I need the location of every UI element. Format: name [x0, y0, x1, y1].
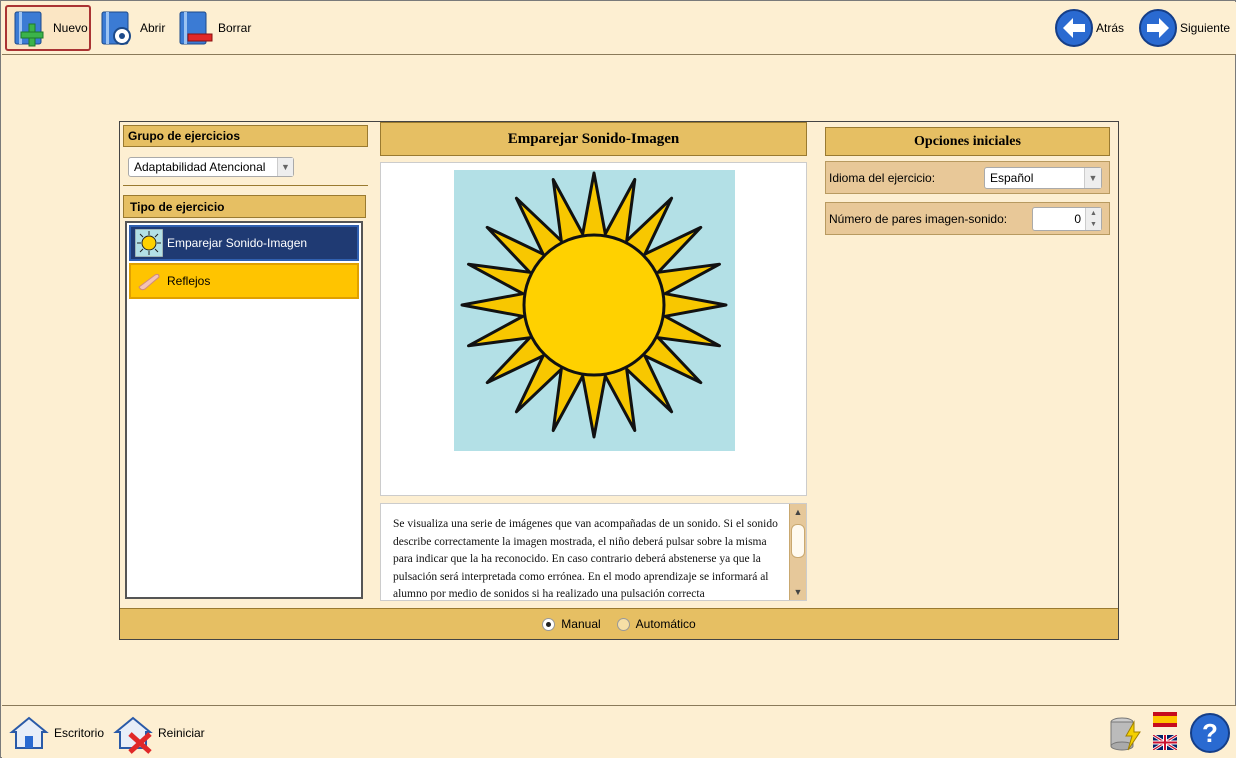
help-button[interactable]: ? — [1189, 710, 1231, 756]
description-scrollbar[interactable]: ▲ ▼ — [789, 504, 806, 600]
scroll-thumb[interactable] — [791, 524, 805, 558]
new-button[interactable]: Nuevo — [5, 5, 91, 51]
group-select-value: Adaptabilidad Atencional — [134, 160, 266, 174]
auto-label: Automático — [635, 617, 696, 631]
mode-bar: Manual Automático — [120, 608, 1118, 639]
exercise-description: Se visualiza una serie de imágenes que v… — [380, 503, 807, 601]
sun-icon — [135, 229, 163, 257]
scroll-down-icon[interactable]: ▼ — [790, 584, 806, 600]
list-item-reflejos[interactable]: Reflejos — [129, 263, 359, 299]
language-flags — [1153, 712, 1177, 758]
delete-label: Borrar — [218, 21, 252, 35]
list-item-emparejar[interactable]: Emparejar Sonido-Imagen — [129, 225, 359, 261]
new-book-icon — [14, 11, 44, 47]
radio-selected-icon — [542, 617, 556, 631]
spain-flag-icon[interactable] — [1153, 712, 1177, 727]
options-header: Opciones iniciales — [825, 127, 1110, 156]
open-book-gear-icon — [101, 11, 131, 45]
manual-label: Manual — [561, 617, 601, 631]
desktop-button[interactable]: Escritorio — [8, 710, 104, 756]
new-label: Nuevo — [53, 21, 88, 35]
finger-icon — [138, 273, 160, 291]
sun-image — [454, 170, 735, 451]
restart-label: Reiniciar — [158, 726, 205, 740]
delete-book-icon — [179, 11, 213, 45]
list-item-label: Reflejos — [167, 274, 211, 288]
stepper-buttons[interactable]: ▲ ▼ — [1085, 208, 1101, 230]
home-icon — [9, 716, 49, 749]
restart-button[interactable]: Reiniciar — [112, 710, 205, 756]
description-text: Se visualiza una serie de imágenes que v… — [393, 518, 778, 600]
type-header: Tipo de ejercicio — [123, 195, 366, 218]
manual-radio[interactable]: Manual — [542, 617, 601, 631]
desktop-label: Escritorio — [54, 726, 105, 740]
group-select[interactable]: Adaptabilidad Atencional ▼ — [128, 157, 294, 177]
home-delete-icon — [113, 716, 153, 754]
app-window: Nuevo Abrir Borrar Atrás Siguiente Grupo… — [0, 0, 1236, 758]
exercise-image-area — [380, 162, 807, 496]
radio-unselected-icon — [616, 617, 630, 631]
pairs-label: Número de pares imagen-sonido: — [829, 211, 1008, 226]
stepper-down-icon[interactable]: ▼ — [1090, 221, 1097, 228]
auto-radio[interactable]: Automático — [616, 617, 696, 631]
exercise-type-list: Emparejar Sonido-Imagen Reflejos — [125, 221, 363, 599]
list-item-label: Emparejar Sonido-Imagen — [167, 236, 308, 250]
pairs-row: Número de pares imagen-sonido: 0 ▲ ▼ — [825, 202, 1110, 235]
group-header: Grupo de ejercicios — [123, 125, 368, 147]
uk-flag-icon[interactable] — [1153, 735, 1177, 750]
pairs-value: 0 — [1074, 212, 1081, 226]
bottom-toolbar: Escritorio Reiniciar ? — [2, 705, 1236, 758]
next-label: Siguiente — [1179, 21, 1230, 35]
open-button[interactable]: Abrir — [98, 5, 165, 51]
language-select[interactable]: Español ▼ — [984, 167, 1102, 189]
open-label: Abrir — [140, 21, 166, 35]
back-label: Atrás — [1095, 21, 1124, 35]
back-arrow-icon — [1054, 9, 1093, 47]
top-toolbar: Nuevo Abrir Borrar Atrás Siguiente — [2, 2, 1236, 55]
delete-button[interactable]: Borrar — [176, 5, 251, 51]
exercise-title: Emparejar Sonido-Imagen — [380, 122, 807, 156]
pairs-stepper[interactable]: 0 ▲ ▼ — [1032, 207, 1102, 231]
chevron-down-icon: ▼ — [277, 158, 293, 176]
back-button[interactable]: Atrás — [1054, 5, 1124, 51]
exercise-panel: Grupo de ejercicios Adaptabilidad Atenci… — [119, 121, 1119, 640]
database-lightning-icon — [1110, 717, 1141, 751]
chevron-down-icon: ▼ — [1084, 168, 1101, 188]
next-button[interactable]: Siguiente — [1138, 5, 1230, 51]
divider — [123, 185, 368, 186]
language-label: Idioma del ejercicio: — [829, 170, 936, 185]
help-icon: ? — [1190, 713, 1230, 753]
language-value: Español — [990, 171, 1034, 185]
next-arrow-icon — [1138, 9, 1177, 47]
scroll-up-icon[interactable]: ▲ — [790, 504, 806, 520]
database-button[interactable] — [1108, 710, 1142, 756]
stepper-up-icon[interactable]: ▲ — [1090, 210, 1097, 217]
sun-disc — [522, 233, 666, 377]
sun-illustration-icon — [460, 171, 728, 439]
svg-text:?: ? — [1202, 718, 1218, 748]
language-row: Idioma del ejercicio: Español ▼ — [825, 161, 1110, 194]
